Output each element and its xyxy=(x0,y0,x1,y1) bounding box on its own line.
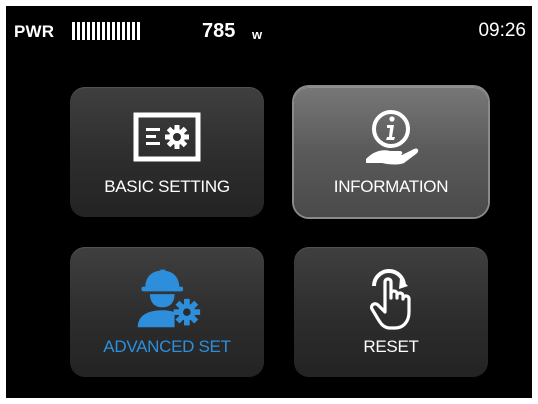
power-segment xyxy=(82,22,85,40)
advanced-set-label: ADVANCED SET xyxy=(103,337,231,356)
power-segment xyxy=(127,22,130,40)
basic-setting-label: BASIC SETTING xyxy=(104,177,230,196)
power-segment xyxy=(97,22,100,40)
power-segment xyxy=(92,22,95,40)
power-segment xyxy=(77,22,80,40)
info-hand-icon xyxy=(356,105,426,169)
power-segment xyxy=(87,22,90,40)
advanced-set-button[interactable]: ADVANCED SET xyxy=(70,247,264,377)
reset-label: RESET xyxy=(363,337,419,356)
basic-setting-button[interactable]: BASIC SETTING xyxy=(70,87,264,217)
power-value: 785 xyxy=(202,20,236,42)
power-segment xyxy=(102,22,105,40)
device-screen: PWR 785 w 09:26 BASIC SETTING INFORMATIO… xyxy=(6,6,532,398)
power-unit: w xyxy=(252,27,263,42)
power-segment xyxy=(132,22,135,40)
power-segment xyxy=(122,22,125,40)
power-segment xyxy=(112,22,115,40)
power-segment xyxy=(137,22,140,40)
engineer-gear-icon xyxy=(132,265,202,329)
clock: 09:26 xyxy=(478,20,526,41)
power-segment xyxy=(117,22,120,40)
power-segment xyxy=(107,22,110,40)
power-label: PWR xyxy=(14,22,55,41)
touch-rotate-icon xyxy=(356,265,426,330)
information-label: INFORMATION xyxy=(333,177,449,196)
status-bar: PWR 785 w 09:26 xyxy=(6,6,532,50)
settings-card-icon xyxy=(132,105,202,169)
power-segment xyxy=(72,22,75,40)
information-button[interactable]: INFORMATION xyxy=(294,87,488,217)
reset-button[interactable]: RESET xyxy=(294,247,488,377)
power-level-bar xyxy=(72,22,140,40)
